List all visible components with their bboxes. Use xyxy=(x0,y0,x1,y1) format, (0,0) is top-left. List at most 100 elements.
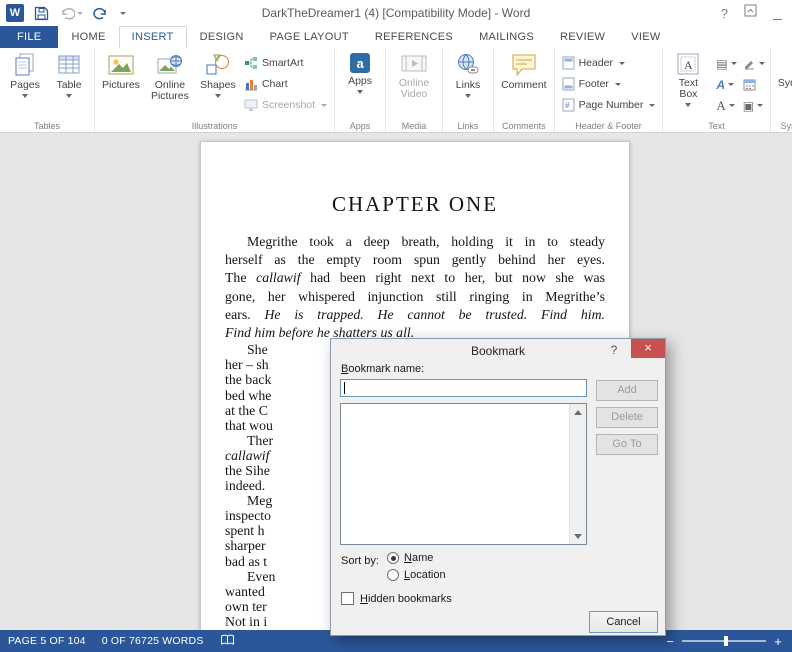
checkbox-icon xyxy=(341,592,354,605)
zoom-in-button[interactable]: + xyxy=(774,635,782,648)
help-button[interactable]: ? xyxy=(721,6,728,21)
ribbon: Pages Table Tables Pictures xyxy=(0,48,792,133)
ribbon-tab-bar: FILE HOME INSERT DESIGN PAGE LAYOUT REFE… xyxy=(0,26,792,48)
hidden-bookmarks-checkbox[interactable]: Hidden bookmarks xyxy=(341,592,452,605)
online-pictures-label: Online Pictures xyxy=(151,80,189,102)
tab-review[interactable]: REVIEW xyxy=(547,26,618,48)
page-number-label: Page Number xyxy=(579,99,644,111)
proofing-book-icon xyxy=(220,634,235,646)
zoom-slider[interactable] xyxy=(682,640,766,642)
sort-location-radio[interactable]: Location xyxy=(387,569,446,581)
group-apps: a Apps Apps xyxy=(335,48,386,132)
table-icon xyxy=(57,53,81,77)
shapes-button[interactable]: Shapes xyxy=(196,49,240,98)
save-icon xyxy=(34,6,49,21)
quick-parts-icon: ▤ xyxy=(716,57,727,71)
online-pictures-button[interactable]: Online Pictures xyxy=(144,49,196,102)
zoom-slider-thumb[interactable] xyxy=(724,636,728,646)
online-video-button[interactable]: Online Video xyxy=(389,49,439,100)
qat-customize-button[interactable] xyxy=(118,12,126,15)
word-logo-icon[interactable]: W xyxy=(6,4,24,22)
quick-parts-button[interactable]: ▤ xyxy=(714,53,738,74)
tab-design[interactable]: DESIGN xyxy=(187,26,257,48)
proofing-status-button[interactable] xyxy=(220,634,235,649)
tab-references[interactable]: REFERENCES xyxy=(362,26,466,48)
group-label-tables: Tables xyxy=(0,121,94,131)
sort-name-label: Name xyxy=(404,552,433,564)
dropdown-arrow-icon xyxy=(759,62,765,65)
list-scrollbar[interactable] xyxy=(569,404,586,544)
bookmark-name-input[interactable] xyxy=(340,379,587,397)
zoom-controls: − + xyxy=(666,635,784,648)
redo-button[interactable] xyxy=(93,6,108,20)
document-line: gone, her whispered injunction still rin… xyxy=(225,288,605,306)
group-tables: Pages Table Tables xyxy=(0,48,95,132)
text-caret xyxy=(344,382,345,394)
tab-home[interactable]: HOME xyxy=(58,26,118,48)
symbols-button[interactable]: Ω Symbols xyxy=(774,49,792,96)
sort-name-radio[interactable]: Name xyxy=(387,552,433,564)
tab-insert[interactable]: INSERT xyxy=(119,26,187,49)
pictures-button[interactable]: Pictures xyxy=(98,49,144,91)
hidden-bookmarks-label: Hidden bookmarks xyxy=(360,593,452,605)
cancel-button[interactable]: Cancel xyxy=(589,611,658,633)
page-number-button[interactable]: # Page Number xyxy=(558,95,660,115)
smartart-button[interactable]: SmartArt xyxy=(240,53,331,73)
zoom-out-button[interactable]: − xyxy=(666,635,674,648)
page-indicator[interactable]: PAGE 5 OF 104 xyxy=(8,635,86,647)
dropdown-arrow-icon xyxy=(22,94,28,98)
header-button[interactable]: Header xyxy=(558,53,660,73)
document-line: Megrithe took a deep breath, holding it … xyxy=(225,233,605,251)
screenshot-button[interactable]: Screenshot xyxy=(240,95,331,115)
bookmark-list[interactable] xyxy=(340,403,587,545)
group-label-media: Media xyxy=(386,121,442,131)
table-button[interactable]: Table xyxy=(47,49,91,98)
pages-button[interactable]: Pages xyxy=(3,49,47,98)
minimize-button[interactable] xyxy=(773,4,782,22)
chart-button[interactable]: Chart xyxy=(240,74,331,94)
date-time-button[interactable] xyxy=(741,74,767,95)
tab-view[interactable]: VIEW xyxy=(618,26,673,48)
word-count[interactable]: 0 OF 76725 WORDS xyxy=(102,635,204,647)
footer-button[interactable]: Footer xyxy=(558,74,660,94)
dialog-help-button[interactable]: ? xyxy=(605,343,623,357)
object-button[interactable]: ▣ xyxy=(741,95,767,116)
dropdown-arrow-icon xyxy=(757,104,763,107)
go-to-button[interactable]: Go To xyxy=(596,434,658,455)
scroll-down-button[interactable] xyxy=(570,528,586,544)
tab-mailings[interactable]: MAILINGS xyxy=(466,26,547,48)
screenshot-label: Screenshot xyxy=(262,99,315,111)
wordart-icon: A xyxy=(716,78,725,92)
wordart-button[interactable]: A xyxy=(714,74,738,95)
dialog-title-bar[interactable]: Bookmark ? × xyxy=(331,339,665,361)
online-video-label: Online Video xyxy=(399,78,429,100)
tab-file[interactable]: FILE xyxy=(0,26,58,48)
ribbon-display-options-icon xyxy=(744,4,757,17)
dropdown-arrow-icon xyxy=(649,104,655,107)
signature-line-button[interactable] xyxy=(741,53,767,74)
date-time-icon xyxy=(743,78,756,91)
object-icon: ▣ xyxy=(743,99,754,113)
add-button[interactable]: Add xyxy=(596,380,658,401)
radio-selected-icon xyxy=(387,552,399,564)
screenshot-icon xyxy=(244,98,258,112)
apps-button[interactable]: a Apps xyxy=(338,49,382,94)
pictures-label: Pictures xyxy=(102,80,140,91)
word-window: W DarkTheDreamer1 (4) [Compatibility Mod… xyxy=(0,0,792,652)
dialog-close-button[interactable]: × xyxy=(631,339,665,358)
header-label: Header xyxy=(579,57,613,69)
dropdown-arrow-icon xyxy=(729,104,735,107)
bookmark-dialog: Bookmark ? × Bookmark name: Add Delete G… xyxy=(330,338,666,636)
ribbon-display-options-button[interactable] xyxy=(744,4,757,22)
save-button[interactable] xyxy=(34,6,49,21)
comment-button[interactable]: Comment xyxy=(497,49,551,91)
text-box-button[interactable]: A Text Box xyxy=(666,49,710,107)
group-label-header-footer: Header & Footer xyxy=(555,121,663,131)
undo-button[interactable] xyxy=(59,6,83,20)
delete-button[interactable]: Delete xyxy=(596,407,658,428)
symbols-label: Symbols xyxy=(778,78,792,89)
tab-page-layout[interactable]: PAGE LAYOUT xyxy=(257,26,362,48)
links-button[interactable]: Links xyxy=(446,49,490,98)
scroll-up-button[interactable] xyxy=(570,404,586,420)
drop-cap-button[interactable]: A xyxy=(714,95,738,116)
